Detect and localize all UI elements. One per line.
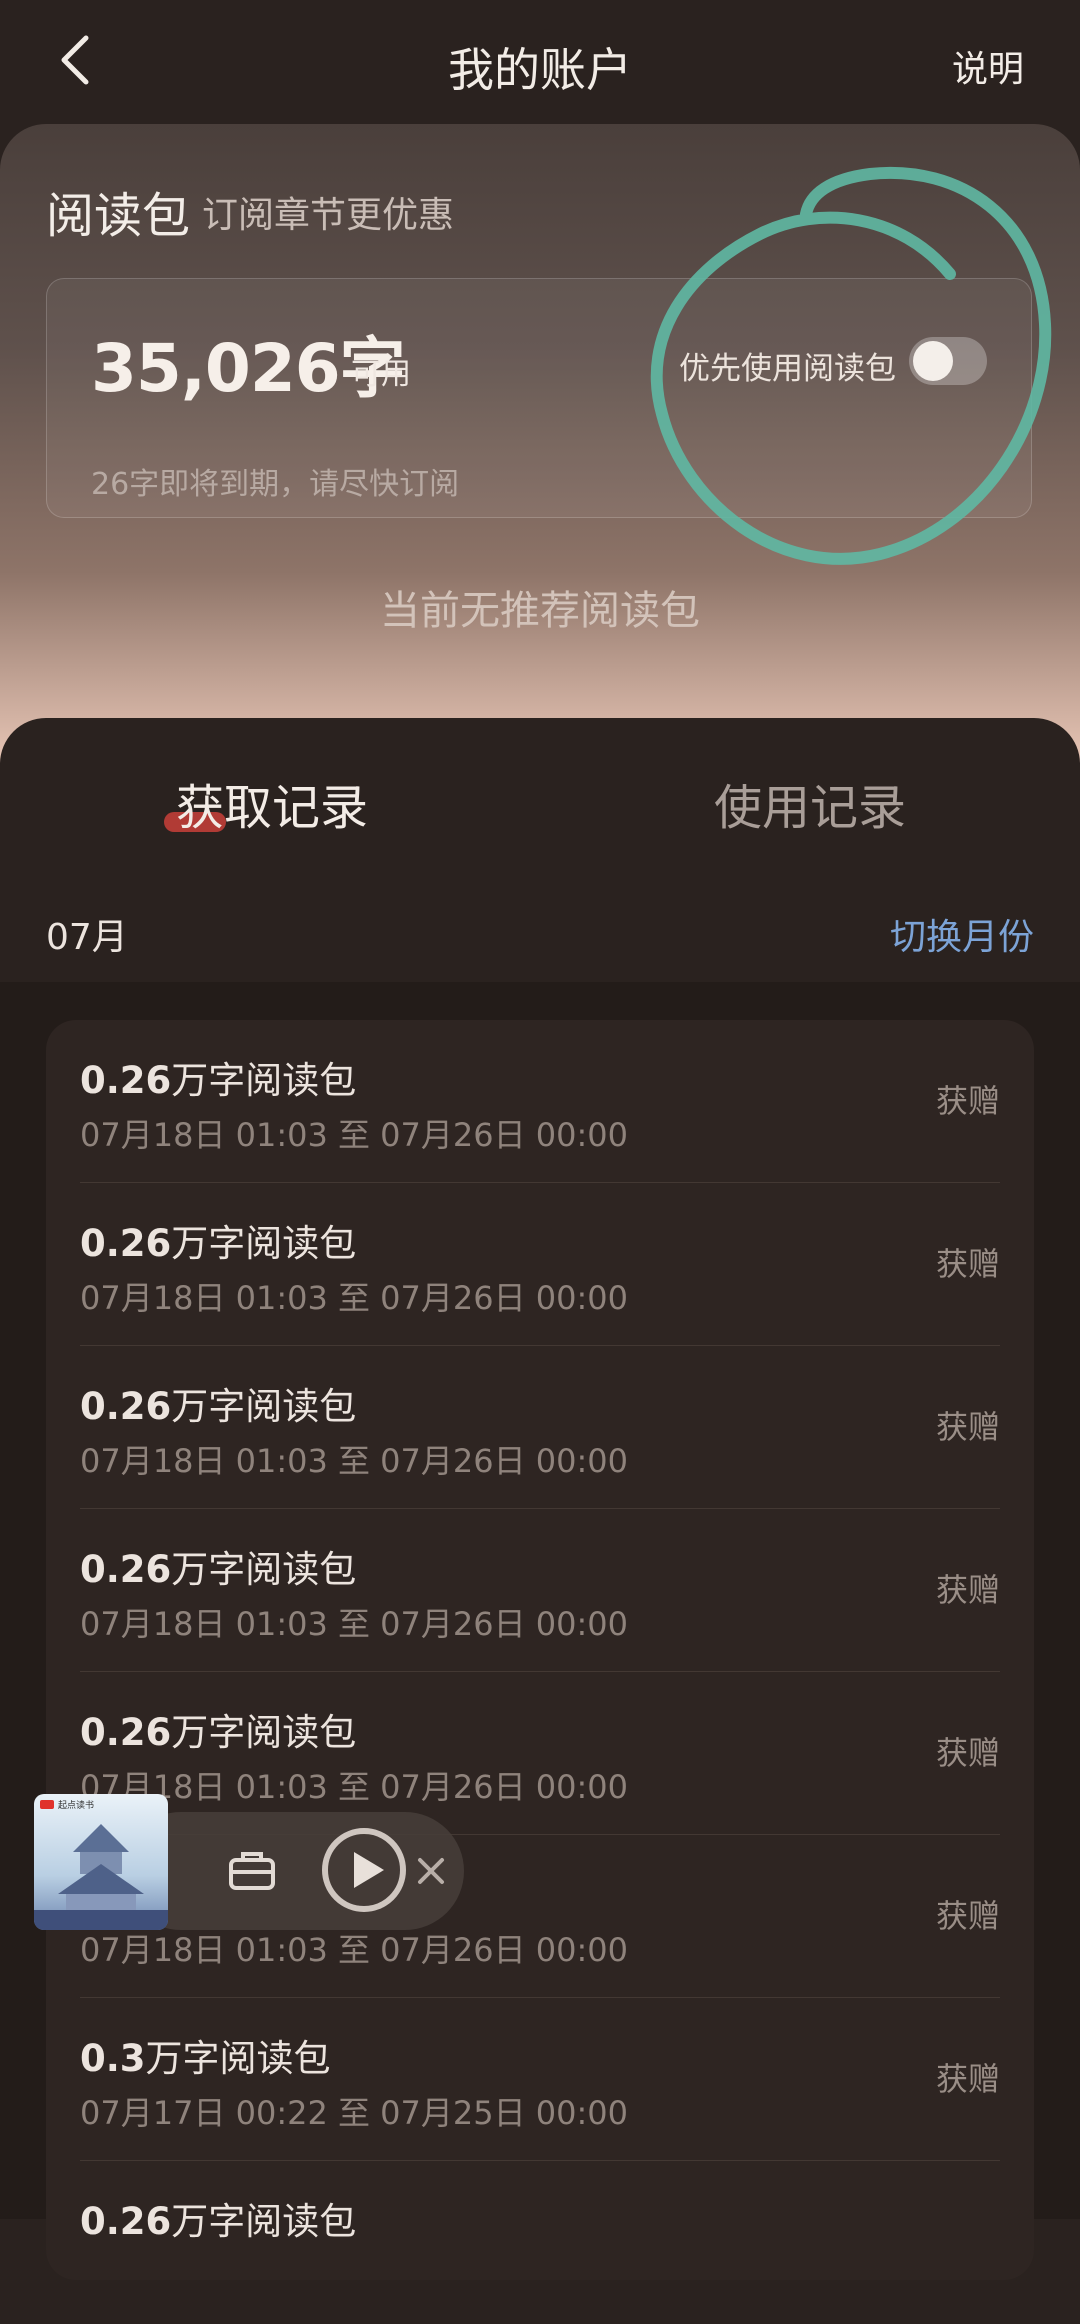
- list-item[interactable]: 0.3万字阅读包 07月17日 00:22 至 07月25日 00:00 获赠: [80, 1998, 1000, 2161]
- record-type: 获赠: [935, 1897, 1000, 1935]
- cover-badge: 起点读书: [58, 1799, 94, 1811]
- record-amount: 0.3: [80, 2037, 146, 2080]
- switch-month-button[interactable]: 切换月份: [890, 908, 1034, 960]
- close-icon[interactable]: [414, 1854, 448, 1888]
- record-amount: 0.26: [80, 1059, 172, 1102]
- book-cover[interactable]: 起点读书: [34, 1794, 168, 1930]
- list-item[interactable]: 0.26万字阅读包 07月18日 01:03 至 07月26日 00:00 获赠: [80, 1183, 1000, 1346]
- tab-usage-records[interactable]: 使用记录: [714, 768, 906, 838]
- tab-acquire-records[interactable]: 获取记录: [176, 768, 368, 838]
- priority-toggle-label: 优先使用阅读包: [679, 351, 896, 387]
- record-amount: 0.26: [80, 1222, 172, 1265]
- record-amount: 0.26: [80, 1385, 172, 1428]
- record-type: 获赠: [935, 1571, 1000, 1609]
- record-period: 07月18日 01:03 至 07月26日 00:00: [80, 1442, 629, 1480]
- package-subtitle: 订阅章节更优惠: [202, 195, 455, 236]
- top-bar: 我的账户 说明: [0, 0, 1080, 130]
- list-item[interactable]: 0.26万字阅读包 07月18日 01:03 至 07月26日 00:00 获赠: [80, 1509, 1000, 1672]
- records-list: 0.26万字阅读包 07月18日 01:03 至 07月26日 00:00 获赠…: [46, 1020, 1034, 2280]
- record-period: 07月17日 00:22 至 07月25日 00:00: [80, 2094, 629, 2132]
- record-unit: 万字阅读包: [171, 1222, 357, 1265]
- records-list-area: 0.26万字阅读包 07月18日 01:03 至 07月26日 00:00 获赠…: [0, 982, 1080, 2280]
- mini-player-pill: [122, 1812, 464, 1930]
- list-item[interactable]: 0.26万字阅读包 07月18日 01:03 至 07月26日 00:00 获赠: [80, 1020, 1000, 1183]
- balance-card: 35,026字 可用 优先使用阅读包 26字即将到期，请尽快订阅: [46, 278, 1032, 518]
- balance-unit: 可用: [351, 357, 411, 392]
- book-cover-art: 起点读书: [34, 1794, 168, 1930]
- record-amount: 0.26: [80, 1711, 172, 1754]
- record-unit: 万字阅读包: [171, 1385, 357, 1428]
- record-unit: 万字阅读包: [171, 1548, 357, 1591]
- no-recommendation-text: 当前无推荐阅读包: [380, 588, 700, 634]
- record-unit: 万字阅读包: [171, 2200, 357, 2243]
- package-title: 阅读包: [46, 188, 191, 244]
- reading-package-section: 阅读包 订阅章节更优惠 35,026字 可用 优先使用阅读包 26字即将到期，请…: [0, 124, 1080, 764]
- record-period: 07月18日 01:03 至 07月26日 00:00: [80, 1116, 629, 1154]
- page-title: 我的账户: [448, 43, 632, 97]
- record-type: 获赠: [935, 1734, 1000, 1772]
- record-type: 获赠: [935, 1245, 1000, 1283]
- list-item[interactable]: 0.26万字阅读包 07月18日 01:03 至 07月26日 00:00 获赠: [80, 1346, 1000, 1509]
- record-unit: 万字阅读包: [145, 2037, 331, 2080]
- record-amount: 0.26: [80, 1548, 172, 1591]
- record-type: 获赠: [935, 2060, 1000, 2098]
- priority-toggle[interactable]: [909, 337, 987, 385]
- expire-note: 26字即将到期，请尽快订阅: [91, 467, 460, 502]
- record-unit: 万字阅读包: [171, 1711, 357, 1754]
- play-icon[interactable]: [318, 1824, 410, 1916]
- mini-player: 起点读书: [34, 1794, 464, 1934]
- toggle-knob: [913, 341, 953, 381]
- record-period: 07月18日 01:03 至 07月26日 00:00: [80, 1279, 629, 1317]
- record-period: 07月18日 01:03 至 07月26日 00:00: [80, 1605, 629, 1643]
- record-amount: 0.26: [80, 2200, 172, 2243]
- record-type: 获赠: [935, 1082, 1000, 1120]
- bookshelf-icon[interactable]: [226, 1846, 278, 1898]
- record-unit: 万字阅读包: [171, 1059, 357, 1102]
- help-link[interactable]: 说明: [952, 40, 1024, 92]
- list-item[interactable]: 0.26万字阅读包: [80, 2161, 1000, 2324]
- record-type: 获赠: [935, 1408, 1000, 1446]
- month-label: 07月: [46, 917, 128, 958]
